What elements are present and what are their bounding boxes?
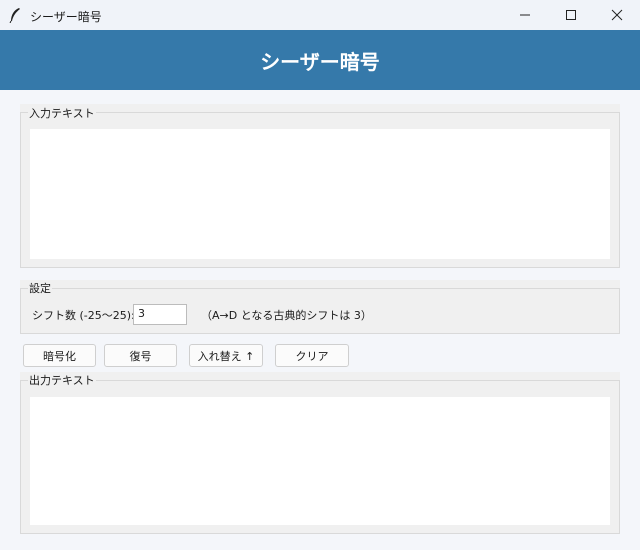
output-legend: 出力テキスト bbox=[28, 372, 96, 388]
input-legend: 入力テキスト bbox=[28, 105, 96, 121]
input-textarea[interactable] bbox=[30, 129, 610, 259]
shift-note: （A→D となる古典的シフトは 3） bbox=[201, 309, 372, 322]
maximize-button[interactable] bbox=[548, 0, 594, 30]
app-header: シーザー暗号 bbox=[0, 30, 640, 90]
encrypt-button[interactable]: 暗号化 bbox=[23, 344, 96, 367]
minimize-button[interactable] bbox=[502, 0, 548, 30]
settings-legend: 設定 bbox=[28, 280, 52, 296]
header-title: シーザー暗号 bbox=[260, 49, 380, 74]
shift-input[interactable]: 3 bbox=[133, 304, 187, 325]
shift-label: シフト数 (-25〜25): bbox=[32, 309, 135, 322]
output-section: 出力テキスト bbox=[20, 372, 620, 534]
feather-icon bbox=[8, 7, 22, 24]
swap-button[interactable]: 入れ替え ↑ bbox=[189, 344, 263, 367]
settings-section: 設定 シフト数 (-25〜25): 3 （A→D となる古典的シフトは 3） bbox=[20, 280, 620, 334]
input-section: 入力テキスト bbox=[20, 104, 620, 268]
clear-button[interactable]: クリア bbox=[275, 344, 349, 367]
title-bar: シーザー暗号 bbox=[0, 0, 640, 30]
window-title: シーザー暗号 bbox=[30, 10, 102, 24]
decrypt-button[interactable]: 復号 bbox=[104, 344, 177, 367]
close-button[interactable] bbox=[594, 0, 640, 30]
output-textarea[interactable] bbox=[30, 397, 610, 525]
